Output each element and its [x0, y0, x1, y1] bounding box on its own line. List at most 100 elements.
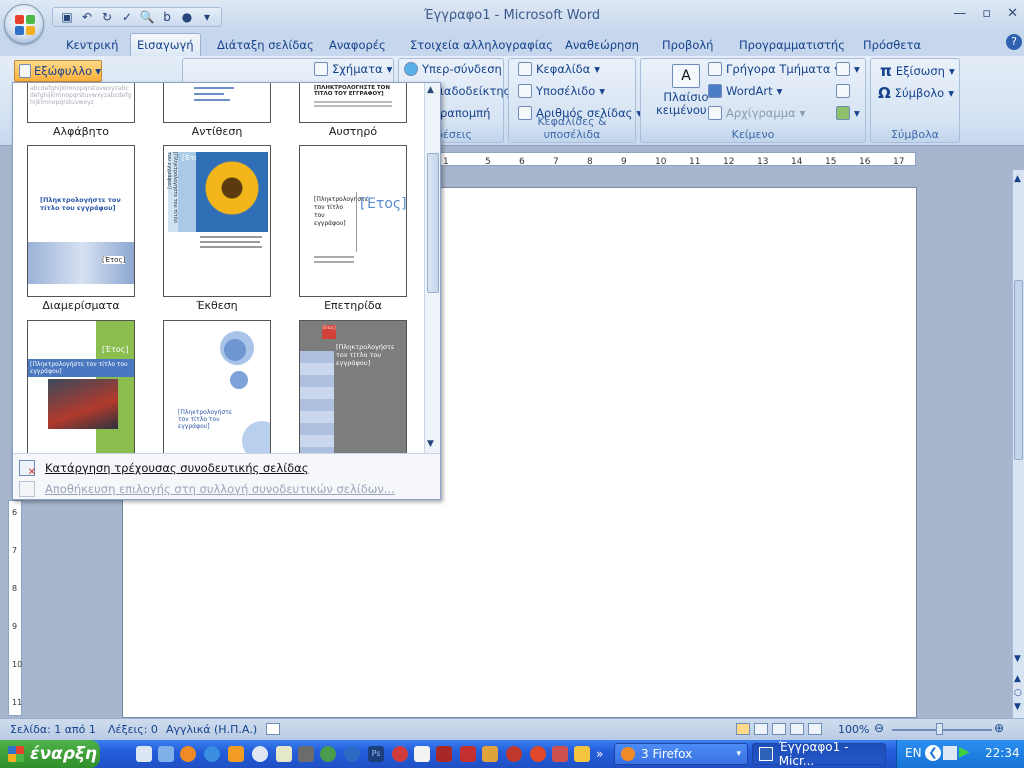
tab-developer[interactable]: Προγραμματιστής [733, 36, 851, 54]
gallery-scroll-up-icon[interactable]: ▲ [427, 85, 434, 95]
footer-button[interactable]: Υποσέλιδο ▾ [518, 84, 605, 98]
zoom-slider-thumb[interactable] [936, 723, 943, 735]
quicklaunch-vlc-icon[interactable] [228, 746, 244, 762]
quicklaunch-media-icon[interactable] [252, 746, 268, 762]
quicklaunch-app5-icon[interactable] [530, 746, 546, 762]
dropcap-button[interactable]: Αρχίγραμμα ▾ [708, 106, 805, 120]
quicklaunch-pdf-icon[interactable] [460, 746, 476, 762]
tray-play-icon[interactable]: ▶ [959, 744, 970, 760]
vertical-scrollbar[interactable]: ▲ ▼ ▲ ○ ▼ [1012, 170, 1024, 718]
quicklaunch-folder-icon[interactable] [574, 746, 590, 762]
office-button[interactable] [4, 4, 44, 44]
quicklaunch-app-icon[interactable] [320, 746, 336, 762]
print-layout-icon[interactable] [736, 723, 750, 735]
outline-icon[interactable] [790, 723, 804, 735]
restore-icon[interactable]: ▫ [982, 6, 991, 21]
gallery-scroll-down-icon[interactable]: ▼ [427, 439, 434, 449]
quick-parts-button[interactable]: Γρήγορα Τμήματα ▾ [708, 62, 840, 76]
tab-references[interactable]: Αναφορές [323, 36, 392, 54]
cross-reference-button[interactable]: ραπομπή [440, 106, 490, 120]
quicklaunch-ie-icon[interactable] [204, 746, 220, 762]
tab-page-layout[interactable]: Διάταξη σελίδας [211, 36, 320, 54]
quicklaunch-app6-icon[interactable] [552, 746, 568, 762]
page-count[interactable]: Σελίδα: 1 από 1 [10, 723, 96, 736]
taskbar-word[interactable]: Έγγραφο1 - Micr... [752, 740, 886, 768]
taskbar-firefox[interactable]: 3 Firefox ▾ [614, 743, 748, 765]
browse-object-icon[interactable]: ○ [1014, 688, 1022, 698]
quicklaunch-globe-icon[interactable] [344, 746, 360, 762]
scroll-up-icon[interactable]: ▲ [1014, 174, 1021, 184]
help-icon[interactable]: ? [1006, 34, 1022, 50]
draft-icon[interactable] [808, 723, 822, 735]
quick-parts-icon [708, 62, 722, 76]
quicklaunch-dvd-icon[interactable] [436, 746, 452, 762]
cover-thumb-motion[interactable]: [Έτος] [Πληκτρολογήστε τον τίτλο του εγγ… [27, 320, 135, 453]
tab-mailings[interactable]: Στοιχεία αλληλογραφίας [404, 36, 559, 54]
cover-thumb-contrast[interactable] [163, 83, 271, 123]
tab-insert[interactable]: Εισαγωγή [130, 33, 201, 57]
bookmark-button[interactable]: ιαδοδείκτης [440, 84, 510, 98]
signature-line-button[interactable]: ▾ [836, 62, 860, 76]
cover-thumb-exposure[interactable]: [Πληκτρολογήστε τον τίτλο του εγγράφου] … [163, 145, 271, 297]
cover-thumb-sideline[interactable]: [Έτος] [Πληκτρολογήστε τον τίτλο του εγγ… [299, 320, 407, 453]
equation-button[interactable]: π Εξίσωση ▾ [880, 62, 955, 80]
date-time-button[interactable] [836, 84, 850, 98]
remove-cover-page-item[interactable]: ✕ Κατάργηση τρέχουσας συνοδευτικής σελίδ… [19, 460, 308, 478]
horizontal-ruler[interactable]: 1 5 6 7 8 9 10 11 12 13 14 15 16 17 [440, 152, 916, 167]
ruler-number: 11 [689, 157, 700, 167]
language-bar[interactable]: EN [905, 746, 922, 760]
scroll-thumb[interactable] [1014, 280, 1023, 460]
quicklaunch-more-icon[interactable]: » [596, 746, 612, 762]
gallery-scroll-thumb[interactable] [427, 153, 439, 293]
quicklaunch-photoshop-icon[interactable]: Ps [368, 746, 384, 762]
scroll-down-icon[interactable]: ▼ [1014, 654, 1021, 664]
quicklaunch-movie-icon[interactable] [298, 746, 314, 762]
close-icon[interactable]: ✕ [1007, 6, 1018, 21]
tab-view[interactable]: Προβολή [656, 36, 719, 54]
next-page-icon[interactable]: ▼ [1014, 702, 1021, 712]
quicklaunch-show-desktop-icon[interactable] [136, 746, 152, 762]
gallery-scrollbar[interactable]: ▲ ▼ [424, 83, 440, 453]
tab-home[interactable]: Κεντρική [60, 36, 124, 54]
zoom-out-icon[interactable]: ⊖ [874, 721, 884, 735]
wordart-button[interactable]: WordArt ▾ [708, 84, 782, 98]
quicklaunch-explorer-icon[interactable] [158, 746, 174, 762]
symbol-button[interactable]: Ω Σύμβολο ▾ [878, 84, 954, 102]
hyperlink-button[interactable]: Υπερ-σύνδεση [404, 62, 502, 76]
textbox-button[interactable]: A Πλαίσιο κειμένου ▾ [656, 64, 716, 117]
cover-page-button[interactable]: Εξώφυλλο ▾ [14, 60, 102, 82]
object-button[interactable]: ▾ [836, 106, 860, 120]
cover-thumb-cubicles[interactable]: [Πληκτρολογήστε τον τίτλο του εγγράφου] … [27, 145, 135, 297]
full-screen-icon[interactable] [754, 723, 768, 735]
quicklaunch-app3-icon[interactable] [482, 746, 498, 762]
page-number-button[interactable]: Αριθμός σελίδας ▾ [518, 106, 642, 120]
cover-thumb-pinstripes[interactable]: [Πληκτρολογήστε τον τίτλο του εγγράφου] [163, 320, 271, 453]
minimize-icon[interactable]: — [953, 6, 966, 21]
quicklaunch-app4-icon[interactable] [506, 746, 522, 762]
quicklaunch-app2-icon[interactable] [392, 746, 408, 762]
web-layout-icon[interactable] [772, 723, 786, 735]
remove-cover-icon: ✕ [19, 460, 36, 478]
word-count[interactable]: Λέξεις: 0 [108, 723, 158, 736]
cover-thumb-annual[interactable]: [Πληκτρολογήστε τον τίτλο του εγγράφου] … [299, 145, 407, 297]
vertical-ruler[interactable]: 6 7 8 9 10 11 [8, 500, 22, 716]
quicklaunch-doc-icon[interactable] [414, 746, 430, 762]
quicklaunch-notepad-icon[interactable] [276, 746, 292, 762]
clock[interactable]: 22:34 [985, 746, 1020, 760]
cover-thumb-alphabet[interactable]: abcdefghijklmnopqrstuvwxyzabcdefghijklmn… [27, 83, 135, 123]
tab-addins[interactable]: Πρόσθετα [857, 36, 927, 54]
ruler-ticks: 1 5 6 7 8 9 10 11 12 13 14 15 16 17 [443, 157, 904, 167]
zoom-level[interactable]: 100% [838, 723, 869, 736]
tray-network-icon[interactable] [943, 746, 957, 760]
tray-back-icon[interactable]: ❮ [925, 745, 941, 761]
macro-record-icon[interactable] [266, 723, 280, 735]
shapes-button[interactable]: Σχήματα ▾ [314, 62, 392, 76]
cover-thumb-austere[interactable]: [ΠΛΗΚΤΡΟΛΟΓΗΣΤΕ ΤΟΝ ΤΙΤΛΟ ΤΟΥ ΕΓΓΡΑΦΟΥ] [299, 83, 407, 123]
zoom-in-icon[interactable]: ⊕ [994, 721, 1004, 735]
tab-review[interactable]: Αναθεώρηση [559, 36, 645, 54]
header-button[interactable]: Κεφαλίδα ▾ [518, 62, 600, 76]
start-button[interactable]: έναρξη [0, 740, 100, 768]
quicklaunch-firefox-icon[interactable] [180, 746, 196, 762]
language-indicator[interactable]: Αγγλικά (Η.Π.Α.) [166, 723, 257, 736]
previous-page-icon[interactable]: ▲ [1014, 674, 1021, 684]
